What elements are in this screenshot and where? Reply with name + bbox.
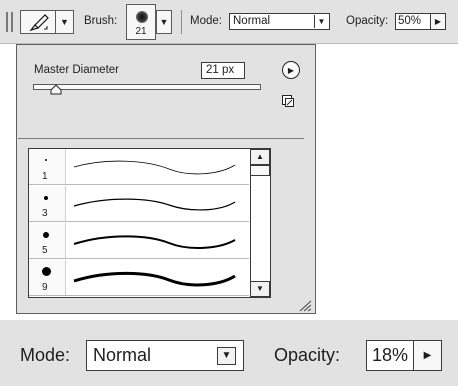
brush-size: 5 — [42, 245, 48, 256]
scroll-up-icon: ▲ — [256, 152, 264, 161]
tool-preset-dropdown[interactable]: ▼ — [56, 10, 74, 34]
brush-size: 1 — [42, 171, 48, 182]
brush-preset-row[interactable]: 1 — [29, 149, 249, 185]
brush-tip-icon — [42, 267, 51, 276]
brush-size-label: 21 — [135, 26, 147, 37]
toolbar-grip-2[interactable] — [11, 12, 13, 32]
mode-value: Normal — [233, 15, 271, 27]
zoom-opacity-input[interactable]: 18% — [366, 340, 414, 371]
brush-tip-cell: 9 — [29, 260, 66, 295]
brush-tip-icon — [45, 159, 47, 161]
scroll-down-button[interactable]: ▼ — [250, 281, 270, 297]
brush-label: Brush: — [84, 15, 118, 27]
brush-tip-icon — [43, 232, 49, 238]
master-diameter-label: Master Diameter — [34, 64, 119, 76]
brush-preset-row[interactable]: 5 — [29, 223, 249, 259]
brush-preset-row[interactable]: 9 — [29, 260, 249, 296]
right-triangle-icon: ▶ — [423, 350, 432, 361]
right-triangle-icon: ▶ — [434, 17, 442, 26]
dropdown-arrow-icon: ▼ — [217, 347, 236, 365]
scroll-thumb[interactable] — [250, 165, 270, 176]
resize-grip-icon[interactable] — [296, 300, 312, 312]
zoom-opacity-label: Opacity: — [274, 345, 341, 365]
brush-picker-dropdown[interactable]: ▼ — [156, 10, 172, 34]
stroke-preview — [73, 198, 236, 211]
stroke-preview — [73, 271, 236, 287]
brush-tool-icon — [29, 14, 49, 32]
master-diameter-slider[interactable] — [33, 84, 261, 90]
dropdown-arrow-icon: ▼ — [159, 17, 169, 27]
opacity-input[interactable]: 50% — [395, 13, 431, 30]
brush-tip-icon — [136, 11, 148, 23]
brush-tip-icon — [44, 196, 48, 200]
toolbar-grip[interactable] — [6, 12, 8, 32]
slider-thumb[interactable] — [50, 85, 62, 95]
brush-tip-cell: 3 — [29, 186, 66, 221]
panel-divider — [18, 138, 304, 139]
scroll-up-button[interactable]: ▲ — [250, 149, 270, 165]
mode-select[interactable]: Normal ▼ — [229, 13, 330, 30]
opacity-slider-button[interactable]: ▶ — [431, 13, 446, 30]
stroke-preview — [73, 235, 236, 250]
brush-tip-cell: 1 — [29, 149, 66, 184]
zoom-mode-select[interactable]: Normal ▼ — [86, 340, 244, 371]
stroke-preview — [73, 160, 236, 175]
dropdown-arrow-icon: ▼ — [314, 15, 328, 28]
tool-preset-button[interactable] — [20, 10, 56, 34]
brush-size: 9 — [42, 282, 48, 293]
master-diameter-input[interactable]: 21 px — [201, 62, 245, 79]
panel-menu-button[interactable]: ▶ — [282, 61, 300, 79]
zoom-opacity-slider-button[interactable]: ▶ — [414, 340, 442, 371]
brush-preset-row[interactable]: 3 — [29, 186, 249, 222]
zoom-mode-label: Mode: — [20, 345, 71, 365]
toolbar-separator — [181, 10, 182, 34]
play-circle-icon: ▶ — [287, 66, 295, 75]
new-preset-icon[interactable] — [282, 95, 294, 107]
brush-preview-button[interactable]: 21 — [126, 4, 156, 40]
brush-size: 3 — [42, 208, 48, 219]
brush-tip-cell: 5 — [29, 223, 66, 258]
scroll-down-icon: ▼ — [256, 284, 264, 293]
zoom-mode-value: Normal — [93, 345, 152, 365]
opacity-label: Opacity: — [346, 15, 389, 27]
dropdown-arrow-icon: ▼ — [60, 17, 69, 27]
mode-label: Mode: — [190, 15, 222, 27]
